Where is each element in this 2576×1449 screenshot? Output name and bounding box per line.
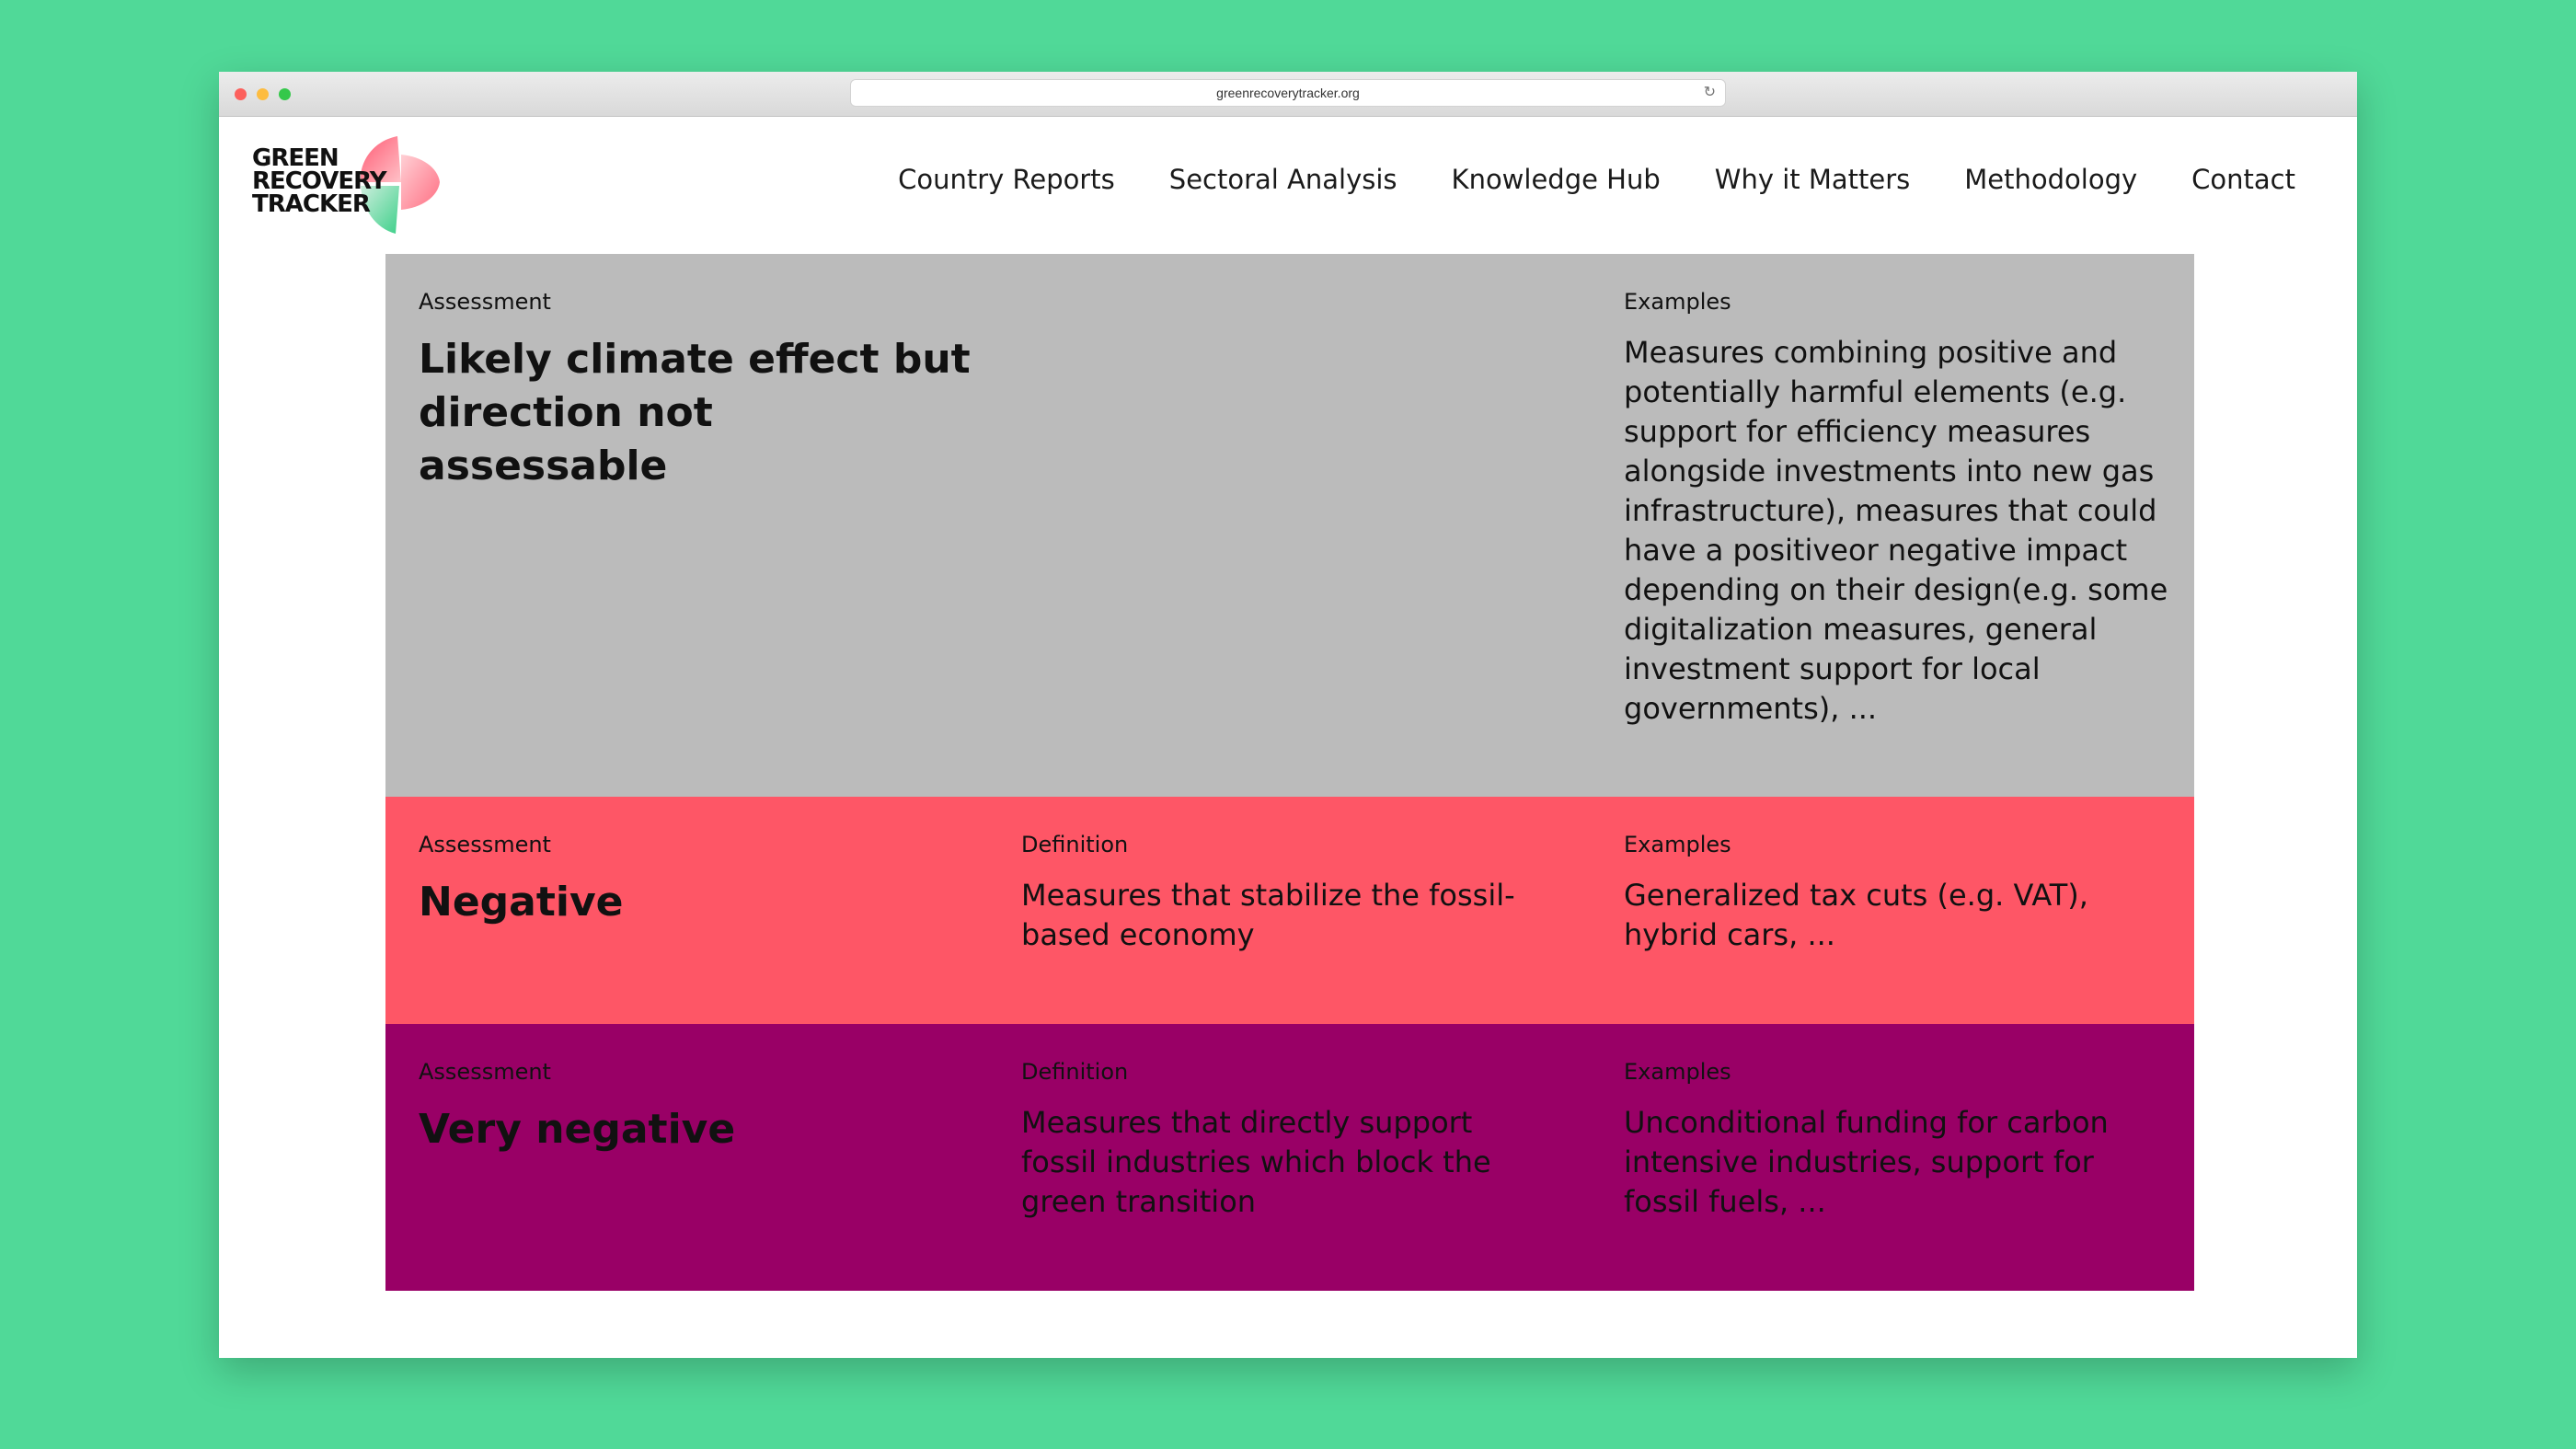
definition-text: Measures that directly support fossil in… [1021, 1105, 1491, 1219]
nav-methodology[interactable]: Methodology [1964, 164, 2137, 195]
assessment-label: Assessment [419, 832, 551, 857]
site-logo[interactable]: GREEN RECOVERY TRACKER [252, 134, 440, 236]
assessment-cell: Assessment Very negative [419, 1059, 971, 1156]
minimize-window-button[interactable] [257, 88, 269, 100]
definition-text: Measures that stabilize the fossil-based… [1021, 878, 1515, 952]
examples-cell: Examples Generalized tax cuts (e.g. VAT)… [1624, 832, 2176, 955]
browser-window: greenrecoverytracker.org ↻ GREEN RECOVER… [219, 72, 2357, 1358]
browser-toolbar: greenrecoverytracker.org ↻ [219, 72, 2357, 117]
examples-text: Measures combining positive and potentia… [1624, 335, 2168, 726]
logo-wordmark: GREEN RECOVERY TRACKER [252, 146, 387, 218]
definition-label: Definition [1021, 832, 1129, 857]
nav-contact[interactable]: Contact [2191, 164, 2295, 195]
assessment-table: Assessment Likely climate effect but dir… [385, 254, 2194, 1291]
definition-cell: Definition Measures that stabilize the f… [1021, 832, 1555, 955]
assessment-label: Assessment [419, 1059, 551, 1085]
address-bar[interactable]: greenrecoverytracker.org ↻ [851, 80, 1725, 106]
examples-cell: Examples Measures combining positive and… [1624, 289, 2176, 729]
nav-why-it-matters[interactable]: Why it Matters [1715, 164, 1911, 195]
maximize-window-button[interactable] [279, 88, 291, 100]
examples-text: Generalized tax cuts (e.g. VAT), hybrid … [1624, 878, 2088, 952]
definition-label: Definition [1021, 1059, 1129, 1085]
examples-label: Examples [1624, 289, 1731, 315]
site-header: GREEN RECOVERY TRACKER Country Reports S… [219, 116, 2357, 236]
row-negative: Assessment Negative Definition Measures … [385, 797, 2194, 1024]
logo-line: TRACKER [252, 190, 371, 218]
definition-cell: Definition Measures that directly suppor… [1021, 1059, 1555, 1222]
examples-text: Unconditional funding for carbon intensi… [1624, 1105, 2109, 1219]
assessment-title: Likely climate effect but direction not … [419, 336, 971, 489]
row-not-assessable: Assessment Likely climate effect but dir… [385, 254, 2194, 797]
nav-country-reports[interactable]: Country Reports [898, 164, 1115, 195]
examples-label: Examples [1624, 1059, 1731, 1085]
examples-label: Examples [1624, 832, 1731, 857]
nav-knowledge-hub[interactable]: Knowledge Hub [1452, 164, 1661, 195]
row-very-negative: Assessment Very negative Definition Meas… [385, 1024, 2194, 1291]
assessment-title: Very negative [419, 1106, 736, 1153]
address-bar-url: greenrecoverytracker.org [1216, 86, 1360, 100]
assessment-title: Negative [419, 879, 624, 926]
assessment-cell: Assessment Negative [419, 832, 971, 929]
assessment-cell: Assessment Likely climate effect but dir… [419, 289, 971, 493]
assessment-label: Assessment [419, 289, 551, 315]
reload-icon[interactable]: ↻ [1704, 80, 1716, 106]
main-nav: Country Reports Sectoral Analysis Knowle… [898, 164, 2295, 195]
nav-sectoral-analysis[interactable]: Sectoral Analysis [1169, 164, 1397, 195]
close-window-button[interactable] [235, 88, 247, 100]
examples-cell: Examples Unconditional funding for carbo… [1624, 1059, 2176, 1222]
